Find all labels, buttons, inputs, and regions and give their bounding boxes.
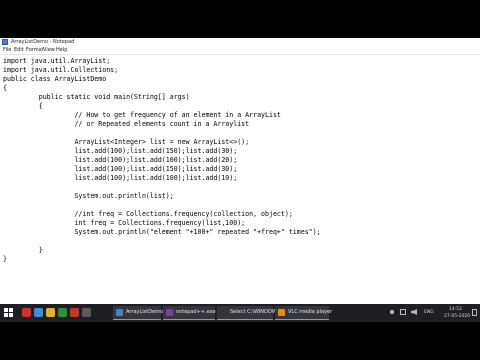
text-editor-area[interactable]: import java.util.ArrayList; import java.… — [0, 54, 480, 305]
taskbar: ArrayListDemo - N... notepad++.exe 2.0.2… — [0, 304, 480, 322]
window-title: ArrayListDemo - Notepad — [11, 39, 75, 45]
pinned-app-icon-5[interactable] — [70, 308, 79, 317]
pinned-app-icon-3[interactable] — [46, 308, 55, 317]
windows-start-button[interactable] — [4, 308, 14, 318]
pinned-app-icon-4[interactable] — [58, 308, 67, 317]
tray-up-arrow-icon[interactable] — [390, 310, 394, 314]
menu-format[interactable]: Format — [26, 47, 44, 54]
menu-edit[interactable]: Edit — [14, 47, 24, 54]
notepad-icon — [2, 39, 8, 45]
menu-bar: File Edit Format View Help — [0, 47, 480, 54]
taskbar-app-vlc[interactable]: VLC media player — [275, 306, 332, 320]
cmd-app-icon — [220, 309, 227, 316]
code-text[interactable]: import java.util.ArrayList; import java.… — [3, 57, 321, 264]
notepadpp-app-icon — [166, 309, 173, 316]
pinned-app-icon-1[interactable] — [22, 308, 31, 317]
network-icon[interactable] — [400, 309, 406, 315]
taskbar-app-cmd[interactable]: Select C:\WINDOW... — [217, 306, 281, 320]
clock-date[interactable]: 27-05-2020 — [444, 313, 470, 320]
pinned-app-icon-2[interactable] — [34, 308, 43, 317]
notepad-app-icon — [116, 309, 123, 316]
taskbar-app-notepadpp[interactable]: notepad++.exe 2.0.2 — [163, 306, 230, 320]
volume-icon[interactable] — [411, 309, 417, 315]
menu-help[interactable]: Help — [56, 47, 67, 54]
menu-view[interactable]: View — [43, 47, 55, 54]
pinned-app-icon-6[interactable] — [82, 308, 91, 317]
vlc-cone-icon — [278, 309, 285, 316]
clock-time[interactable]: 14:52 — [449, 306, 462, 313]
taskbar-app-notepad[interactable]: ArrayListDemo - N... — [113, 306, 177, 320]
notification-icon[interactable] — [472, 309, 477, 316]
menu-file[interactable]: File — [3, 47, 11, 54]
window-titlebar[interactable]: ArrayListDemo - Notepad — [0, 38, 480, 47]
language-indicator[interactable]: ENG — [424, 304, 434, 322]
desktop-screen: ArrayListDemo - Notepad File Edit Format… — [0, 38, 480, 322]
